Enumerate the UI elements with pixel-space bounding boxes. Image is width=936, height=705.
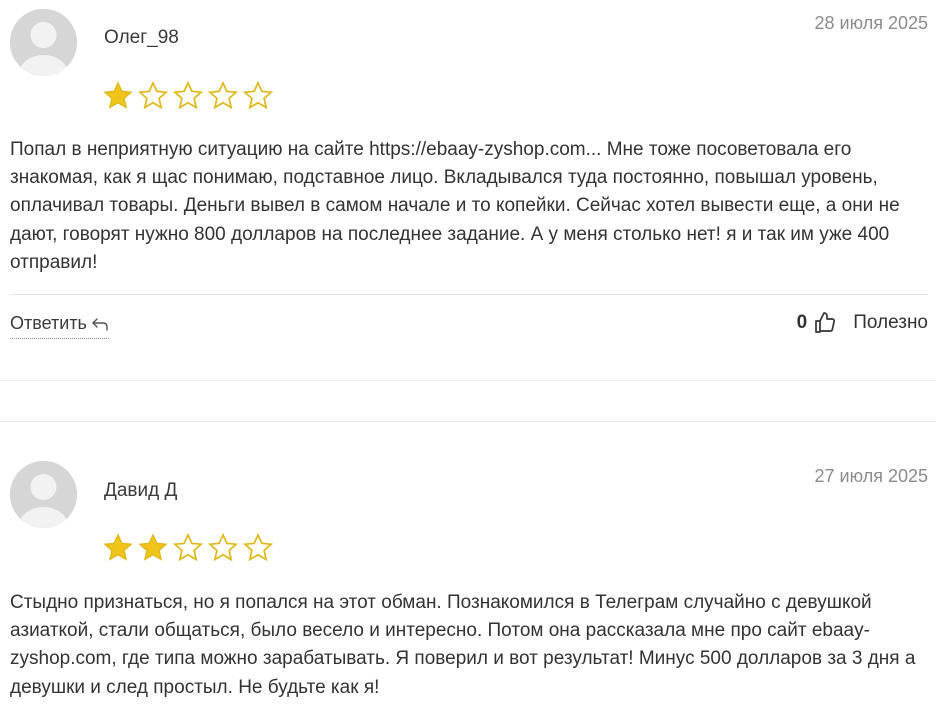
star-empty-icon	[207, 80, 239, 112]
useful-label[interactable]: Полезно	[853, 312, 928, 334]
vote-area: 0 Полезно	[797, 311, 928, 335]
divider	[10, 294, 928, 295]
thumbs-up-icon[interactable]	[813, 311, 837, 335]
star-rating	[102, 532, 274, 564]
vote-count: 0	[796, 312, 808, 333]
review-author: Олег_98	[104, 27, 179, 48]
avatar-icon	[10, 461, 77, 528]
star-filled-icon	[137, 532, 169, 564]
review-card: Давид Д 27 июля 2025 Стыдно признаться, …	[0, 452, 936, 705]
star-empty-icon	[172, 532, 204, 564]
review-card: Олег_98 28 июля 2025 Попал в неприятную …	[0, 0, 936, 381]
star-empty-icon	[172, 80, 204, 112]
reply-arrow-icon	[91, 317, 109, 331]
review-text: Попал в неприятную ситуацию на сайте htt…	[10, 139, 900, 273]
star-rating	[102, 80, 274, 112]
reply-button[interactable]: Ответить	[10, 313, 109, 339]
section-divider	[0, 380, 936, 381]
review-date: 28 июля 2025	[814, 13, 928, 33]
review-text: Стыдно признаться, но я попался на этот …	[10, 592, 916, 698]
star-filled-icon	[102, 532, 134, 564]
reply-label: Ответить	[10, 313, 87, 333]
star-empty-icon	[137, 80, 169, 112]
star-filled-icon	[102, 80, 134, 112]
avatar-icon	[10, 9, 77, 76]
star-empty-icon	[242, 532, 274, 564]
star-empty-icon	[207, 532, 239, 564]
review-date: 27 июля 2025	[814, 466, 928, 486]
star-empty-icon	[242, 80, 274, 112]
review-author: Давид Д	[104, 480, 178, 501]
section-divider	[0, 421, 936, 422]
